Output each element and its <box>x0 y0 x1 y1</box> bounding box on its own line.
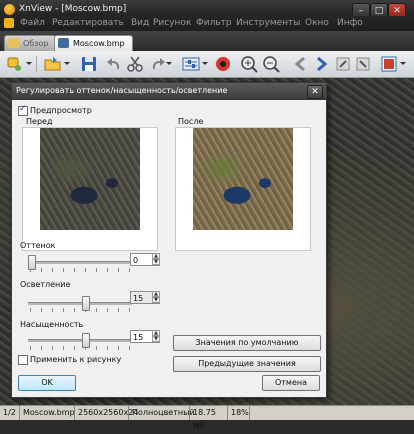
apply-to-image-checkbox[interactable] <box>18 355 28 365</box>
status-color-mode: Полноцветный <box>129 406 195 420</box>
xnview-app-icon <box>4 4 15 15</box>
app-menu-icon[interactable] <box>4 18 14 28</box>
status-dimensions: 2560x2560x24 <box>75 406 138 420</box>
fullscreen-icon[interactable] <box>380 55 398 73</box>
zoom-out-icon[interactable] <box>262 55 280 73</box>
status-zoom: 18% <box>228 406 250 420</box>
arrow-left-icon[interactable] <box>292 55 310 73</box>
spin-down-icon[interactable]: ▼ <box>152 336 160 342</box>
menu-bar: Файл Редактировать Вид Рисунок Фильтр Ин… <box>0 16 414 31</box>
menu-tools[interactable]: Инструменты <box>236 18 300 28</box>
saturation-spinner[interactable]: ▲ ▼ <box>152 330 160 343</box>
before-preview-panel <box>22 127 158 251</box>
previous-values-button[interactable]: Предыдущие значения <box>173 356 321 372</box>
tab-moscow-bmp[interactable]: Moscow.bmp <box>54 35 133 51</box>
chevron-down-icon[interactable] <box>26 62 32 65</box>
dialog-title: Регулировать оттенок/насыщенность/осветл… <box>16 86 228 95</box>
tab-label: Обзор <box>23 39 49 48</box>
tab-browser[interactable]: Обзор <box>4 35 56 51</box>
lightness-spinner[interactable]: ▲ ▼ <box>152 291 160 304</box>
cut-icon[interactable] <box>126 55 144 73</box>
folder-icon <box>8 38 19 48</box>
color-icon[interactable] <box>214 55 232 73</box>
arrow-right-icon[interactable] <box>312 55 330 73</box>
lightness-label: Осветление <box>20 280 71 289</box>
lightness-slider-track[interactable] <box>28 302 132 305</box>
hue-slider-track[interactable] <box>28 261 132 264</box>
tab-label: Moscow.bmp <box>73 39 125 48</box>
dialog-close-button[interactable]: ✕ <box>307 85 323 99</box>
save-icon[interactable] <box>80 55 98 73</box>
tab-strip: Обзор Moscow.bmp <box>0 31 414 51</box>
chevron-down-icon[interactable] <box>400 62 406 65</box>
tag-icon[interactable] <box>6 55 24 73</box>
chevron-down-icon[interactable] <box>166 62 172 65</box>
status-page: 1/2 <box>0 406 20 420</box>
menu-filter[interactable]: Фильтр <box>196 18 232 28</box>
last-icon[interactable] <box>354 55 372 73</box>
before-label: Перед <box>26 117 53 126</box>
lightness-slider-thumb[interactable] <box>81 296 90 311</box>
after-thumbnail <box>193 128 293 230</box>
saturation-slider-thumb[interactable] <box>81 333 90 348</box>
status-filename: Moscow.bmp <box>20 406 75 420</box>
saturation-slider-track[interactable] <box>28 339 132 342</box>
hue-spinner[interactable]: ▲ ▼ <box>152 253 160 266</box>
cancel-button[interactable]: Отмена <box>262 375 320 391</box>
menu-view[interactable]: Вид <box>131 18 149 28</box>
toolbar <box>0 51 414 78</box>
status-bar: 1/2 Moscow.bmp 2560x2560x24 Полноцветный… <box>0 405 414 431</box>
after-label: После <box>178 117 204 126</box>
hue-slider-thumb[interactable] <box>28 255 36 270</box>
dialog-title-bar: Регулировать оттенок/насыщенность/осветл… <box>12 83 326 100</box>
menu-image[interactable]: Рисунок <box>153 18 191 28</box>
window-title: XnView - [Moscow.bmp] <box>19 4 127 14</box>
zoom-in-icon[interactable] <box>240 55 258 73</box>
saturation-label: Насыщенность <box>20 320 84 329</box>
preview-label: Предпросмотр <box>30 106 92 115</box>
first-icon[interactable] <box>334 55 352 73</box>
preview-checkbox[interactable] <box>18 104 28 116</box>
hue-label: Оттенок <box>20 241 56 250</box>
settings-icon[interactable] <box>182 55 200 73</box>
hue-saturation-dialog: Регулировать оттенок/насыщенность/осветл… <box>11 82 327 398</box>
chevron-down-icon[interactable] <box>64 62 70 65</box>
ok-button[interactable]: OK <box>18 375 76 391</box>
menu-edit[interactable]: Редактировать <box>52 18 124 28</box>
menu-info[interactable]: Инфо <box>337 18 363 28</box>
toolbar-divider <box>36 56 37 72</box>
menu-file[interactable]: Файл <box>20 18 45 28</box>
hue-slider-ticks <box>30 268 132 272</box>
defaults-button[interactable]: Значения по умолчанию <box>173 335 321 351</box>
spin-down-icon[interactable]: ▼ <box>152 297 160 303</box>
redo-icon[interactable] <box>148 55 166 73</box>
undo-icon[interactable] <box>106 55 124 73</box>
chevron-down-icon[interactable] <box>202 62 208 65</box>
after-preview-panel <box>175 127 311 251</box>
before-thumbnail <box>40 128 140 230</box>
menu-window[interactable]: Окно <box>305 18 329 28</box>
apply-to-image-label: Применить к рисунку <box>30 355 122 364</box>
spin-down-icon[interactable]: ▼ <box>152 259 160 265</box>
status-file-size: 18.75 Мб <box>190 406 228 431</box>
folder-open-icon[interactable] <box>44 55 62 73</box>
image-icon <box>58 38 69 48</box>
